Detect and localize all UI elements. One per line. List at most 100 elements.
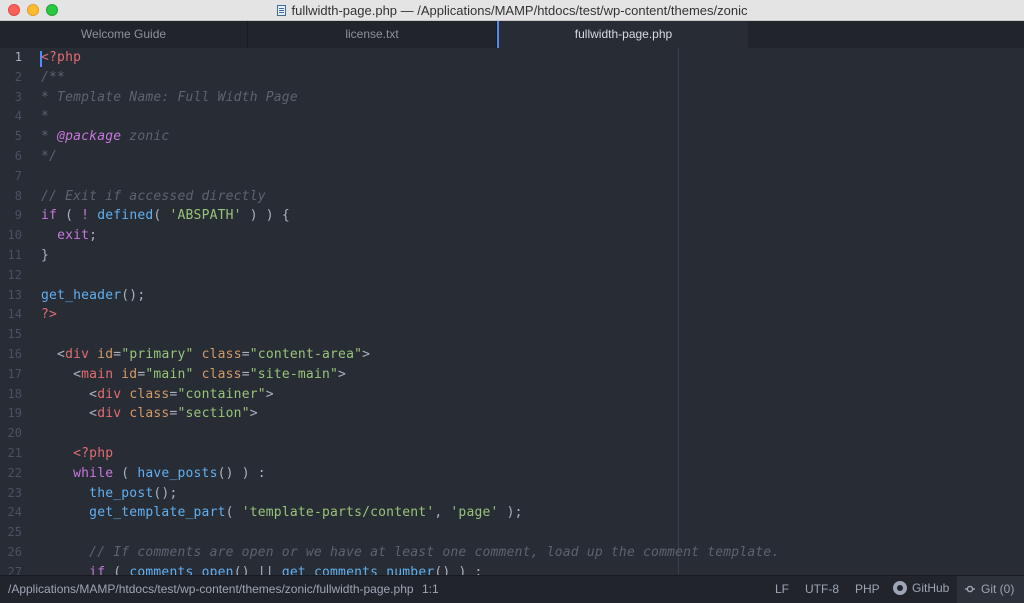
code-line[interactable]: * @package zonic [41, 129, 169, 144]
code-token: id [97, 347, 114, 362]
line-number[interactable]: 22 [0, 466, 22, 480]
code-token: , [434, 505, 451, 521]
line-number[interactable]: 16 [0, 347, 22, 361]
code-line[interactable]: // If comments are open or we have at le… [41, 545, 779, 560]
code-token: div [97, 406, 122, 422]
code-token: * [41, 129, 58, 145]
tab-welcome-guide[interactable]: Welcome Guide [0, 21, 248, 48]
code-editor[interactable]: 1 <?php 2 /** 3 * Template Name: Full Width P… [0, 48, 1024, 575]
code-token: (); [153, 485, 178, 501]
line-number[interactable]: 12 [0, 268, 22, 282]
line-number[interactable]: 4 [0, 109, 22, 123]
code-line[interactable]: get_header(); [41, 288, 145, 303]
code-token: ) ) { [241, 208, 290, 224]
code-line[interactable]: // Exit if accessed directly [41, 189, 266, 204]
code-line[interactable]: <?php [41, 446, 113, 461]
line-number[interactable]: 26 [0, 545, 22, 559]
line-ending-selector[interactable]: LF [775, 582, 789, 596]
line-number[interactable]: 19 [0, 406, 22, 420]
line-number[interactable]: 8 [0, 189, 22, 203]
code-line[interactable]: <div id="primary" class="content-area"> [41, 347, 370, 362]
code-token: <?php [41, 50, 82, 65]
code-token: get_header [41, 287, 122, 303]
line-number[interactable]: 20 [0, 426, 22, 440]
line-number[interactable]: 3 [0, 90, 22, 104]
tab-license-txt[interactable]: license.txt [248, 21, 497, 48]
github-icon [893, 581, 907, 595]
line-number[interactable]: 24 [0, 505, 22, 519]
status-bar: /Applications/MAMP/htdocs/test/wp-conten… [0, 575, 1024, 603]
encoding-selector[interactable]: UTF-8 [805, 582, 839, 596]
line-number[interactable]: 10 [0, 228, 22, 242]
code-line[interactable]: exit; [41, 228, 97, 243]
line-number[interactable]: 21 [0, 446, 22, 460]
code-token: (); [121, 287, 146, 303]
code-token: ); [498, 505, 523, 521]
code-line[interactable]: <?php [41, 50, 81, 65]
code-line[interactable]: <div class="section"> [41, 406, 258, 421]
code-line[interactable]: if ( comments_open() || get_comments_num… [41, 565, 483, 575]
document-icon [276, 5, 286, 16]
code-line[interactable]: /** [41, 70, 65, 85]
code-token: <?php [73, 446, 114, 461]
code-token: if [41, 208, 58, 224]
tab-fullwidth-page-php[interactable]: fullwidth-page.php [497, 21, 748, 48]
code-line[interactable]: * [41, 109, 49, 124]
code-line[interactable]: ?> [41, 307, 57, 322]
line-number[interactable]: 7 [0, 169, 22, 183]
github-button[interactable]: GitHub [893, 581, 949, 595]
code-token: div [97, 386, 122, 402]
code-line[interactable]: while ( have_posts() ) : [41, 466, 266, 481]
cursor-position[interactable]: 1:1 [422, 582, 439, 596]
code-token: get_template_part [89, 505, 226, 521]
code-line[interactable]: if ( ! defined( 'ABSPATH' ) ) { [41, 208, 290, 223]
line-number[interactable]: 23 [0, 486, 22, 500]
line-number[interactable]: 27 [0, 565, 22, 575]
line-number[interactable]: 11 [0, 248, 22, 262]
grammar-selector[interactable]: PHP [855, 582, 880, 596]
line-number[interactable]: 6 [0, 149, 22, 163]
line-number[interactable]: 13 [0, 288, 22, 302]
code-token: get_comments_number [281, 564, 435, 575]
line-number[interactable]: 5 [0, 129, 22, 143]
code-token: while [73, 465, 114, 481]
code-line[interactable]: */ [41, 149, 57, 164]
git-button[interactable]: Git (0) [957, 576, 1024, 603]
code-line[interactable]: <div class="container"> [41, 387, 274, 402]
line-number[interactable]: 14 [0, 307, 22, 321]
line-number[interactable]: 25 [0, 525, 22, 539]
code-token: "section" [177, 406, 250, 422]
code-token: < [41, 406, 98, 422]
code-line[interactable]: } [41, 248, 49, 263]
code-token: * Template Name: Full Width Page [41, 89, 298, 105]
code-token: ( [225, 505, 242, 521]
line-number[interactable]: 15 [0, 327, 22, 341]
code-token: * [41, 109, 50, 125]
git-commit-icon [965, 585, 975, 593]
line-number[interactable]: 1 [0, 50, 22, 64]
line-number[interactable]: 9 [0, 208, 22, 222]
code-token: ; [89, 228, 98, 244]
code-token: > [338, 366, 347, 382]
code-line[interactable]: <main id="main" class="site-main"> [41, 367, 346, 382]
code-line[interactable]: * Template Name: Full Width Page [41, 90, 298, 105]
git-label: Git (0) [981, 582, 1015, 596]
code-line[interactable]: the_post(); [41, 486, 177, 501]
code-line[interactable]: get_template_part( 'template-parts/conte… [41, 505, 523, 520]
file-path[interactable]: /Applications/MAMP/htdocs/test/wp-conten… [8, 582, 414, 596]
line-number[interactable]: 18 [0, 387, 22, 401]
code-token: have_posts [137, 465, 218, 481]
code-token: id [121, 366, 138, 382]
code-token: "primary" [121, 347, 194, 362]
code-token: > [362, 347, 371, 362]
code-token: comments_open [129, 564, 234, 575]
code-token: the_post [89, 485, 154, 501]
line-number[interactable]: 2 [0, 70, 22, 84]
code-token: */ [41, 149, 58, 164]
line-number[interactable]: 17 [0, 367, 22, 381]
code-token: zonic [121, 129, 170, 145]
